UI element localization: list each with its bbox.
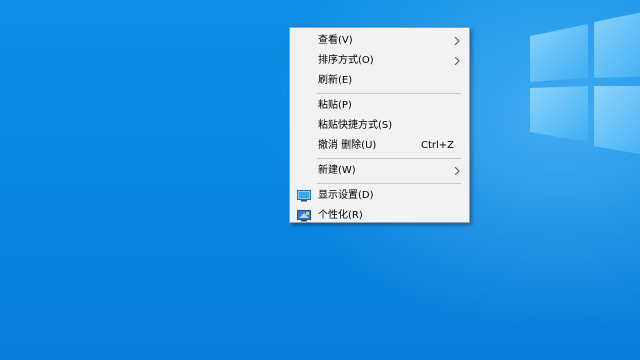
chevron-right-icon — [453, 167, 461, 175]
menu-item-label: 显示设置(D) — [318, 190, 374, 201]
menu-item-label: 排序方式(O) — [318, 55, 374, 66]
chevron-right-icon — [453, 37, 461, 45]
personalize-icon — [297, 210, 311, 222]
menu-item-display-settings[interactable]: 显示设置(D) — [290, 186, 469, 206]
menu-separator — [317, 158, 461, 159]
menu-item-refresh[interactable]: 刷新(E) — [290, 71, 469, 91]
menu-item-view[interactable]: 查看(V) — [290, 31, 469, 51]
menu-separator — [317, 183, 461, 184]
menu-item-personalize[interactable]: 个性化(R) — [290, 206, 469, 226]
menu-item-label: 撤消 删除(U) — [318, 140, 377, 151]
menu-item-new[interactable]: 新建(W) — [290, 161, 469, 181]
menu-separator — [317, 93, 461, 94]
menu-item-undo-delete[interactable]: 撤消 删除(U) Ctrl+Z — [290, 136, 469, 156]
menu-item-shortcut: Ctrl+Z — [420, 140, 454, 151]
menu-item-label: 刷新(E) — [318, 75, 353, 86]
menu-item-label: 粘贴(P) — [318, 100, 352, 111]
display-settings-icon — [297, 190, 311, 202]
chevron-right-icon — [453, 57, 461, 65]
menu-item-label: 粘贴快捷方式(S) — [318, 120, 393, 131]
menu-item-label: 个性化(R) — [318, 210, 363, 221]
menu-item-sort-by[interactable]: 排序方式(O) — [290, 51, 469, 71]
menu-item-label: 新建(W) — [318, 165, 356, 176]
menu-item-paste[interactable]: 粘贴(P) — [290, 96, 469, 116]
windows-logo-wallpaper — [522, 8, 640, 158]
menu-item-label: 查看(V) — [318, 35, 353, 46]
desktop-context-menu: 查看(V) 排序方式(O) 刷新(E) 粘贴(P) 粘贴快捷方式(S) 撤消 删… — [289, 27, 470, 223]
menu-item-paste-shortcut[interactable]: 粘贴快捷方式(S) — [290, 116, 469, 136]
